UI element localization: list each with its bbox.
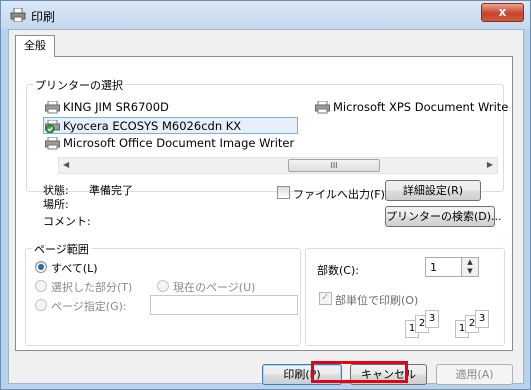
selection-label[interactable]: 選択した部分(T) <box>51 279 132 295</box>
print-dialog: 印刷 x 全般 プリンターの選択 KING JIM SR6700D Micros… <box>0 0 531 390</box>
apply-button[interactable]: 適用(A) <box>436 364 513 385</box>
printer-select-label: プリンターの選択 <box>33 77 125 93</box>
selection-radio[interactable] <box>35 280 47 292</box>
scroll-right-arrow-icon[interactable]: ▶ <box>487 160 493 169</box>
printer-item[interactable]: Microsoft Office Document Image Writer <box>44 135 294 152</box>
close-button[interactable]: x <box>481 3 524 22</box>
find-printer-button[interactable]: プリンターの検索(D)... <box>385 206 502 227</box>
printer-icon <box>45 137 60 150</box>
printer-list-scrollbar[interactable]: ◀ III ▶ <box>58 157 498 174</box>
page-icon: 3 <box>475 310 489 328</box>
status-value: 準備完了 <box>89 184 133 197</box>
spin-up-down-icon[interactable]: ▲ ▼ <box>461 258 478 276</box>
printer-name: KING JIM SR6700D <box>63 100 169 114</box>
printer-icon <box>45 101 60 114</box>
tab-general[interactable]: 全般 <box>15 35 55 57</box>
printer-name: Kyocera ECOSYS M6026cdn KX <box>63 119 242 133</box>
collate-illustration-1: 1 2 3 <box>405 310 453 340</box>
default-printer-icon <box>45 120 60 133</box>
collate-checkbox[interactable]: ✓ <box>319 292 332 305</box>
cancel-highlight-box <box>311 361 408 383</box>
advanced-button[interactable]: 詳細設定(R) <box>385 180 481 201</box>
page-icon: 3 <box>425 310 439 328</box>
location-label: 場所: <box>43 198 69 211</box>
check-icon: ✓ <box>321 292 330 303</box>
page-numbers-label[interactable]: ページ指定(G): <box>51 298 127 314</box>
all-pages-radio[interactable] <box>35 261 47 273</box>
copies-label: 部数(C): <box>317 264 359 277</box>
printer-icon <box>10 8 26 22</box>
copies-value[interactable]: 1 <box>430 261 437 274</box>
collate-illustration-2: 1 2 3 <box>455 310 503 340</box>
all-pages-label[interactable]: すべて(L) <box>51 260 98 276</box>
title-bar[interactable]: 印刷 x <box>1 1 530 29</box>
page-range-label: ページ範囲 <box>32 241 91 257</box>
page-numbers-input[interactable] <box>150 295 298 315</box>
copies-spinner[interactable]: 1 ▲ ▼ <box>425 257 479 277</box>
printer-item-selected[interactable]: Kyocera ECOSYS M6026cdn KX <box>43 117 298 134</box>
printer-item[interactable]: Microsoft XPS Document Write <box>314 99 508 116</box>
collate-label[interactable]: 部単位で印刷(O) <box>335 292 418 308</box>
printer-name: Microsoft XPS Document Write <box>333 100 509 114</box>
print-to-file-label[interactable]: ファイルへ出力(F) <box>293 186 385 202</box>
printer-name: Microsoft Office Document Image Writer <box>63 136 295 150</box>
printer-item[interactable]: KING JIM SR6700D <box>44 99 169 116</box>
comment-label: コメント: <box>43 215 91 228</box>
current-page-radio[interactable] <box>157 280 169 292</box>
dialog-client: 全般 プリンターの選択 KING JIM SR6700D Microsoft X… <box>8 29 524 385</box>
scrollbar-thumb[interactable]: III <box>288 159 380 172</box>
print-to-file-checkbox[interactable] <box>277 186 290 199</box>
page-numbers-radio[interactable] <box>35 299 47 311</box>
current-page-label[interactable]: 現在のページ(U) <box>173 279 255 295</box>
printer-icon <box>315 101 330 114</box>
scroll-left-arrow-icon[interactable]: ◀ <box>63 160 69 169</box>
window-title: 印刷 <box>31 10 56 24</box>
